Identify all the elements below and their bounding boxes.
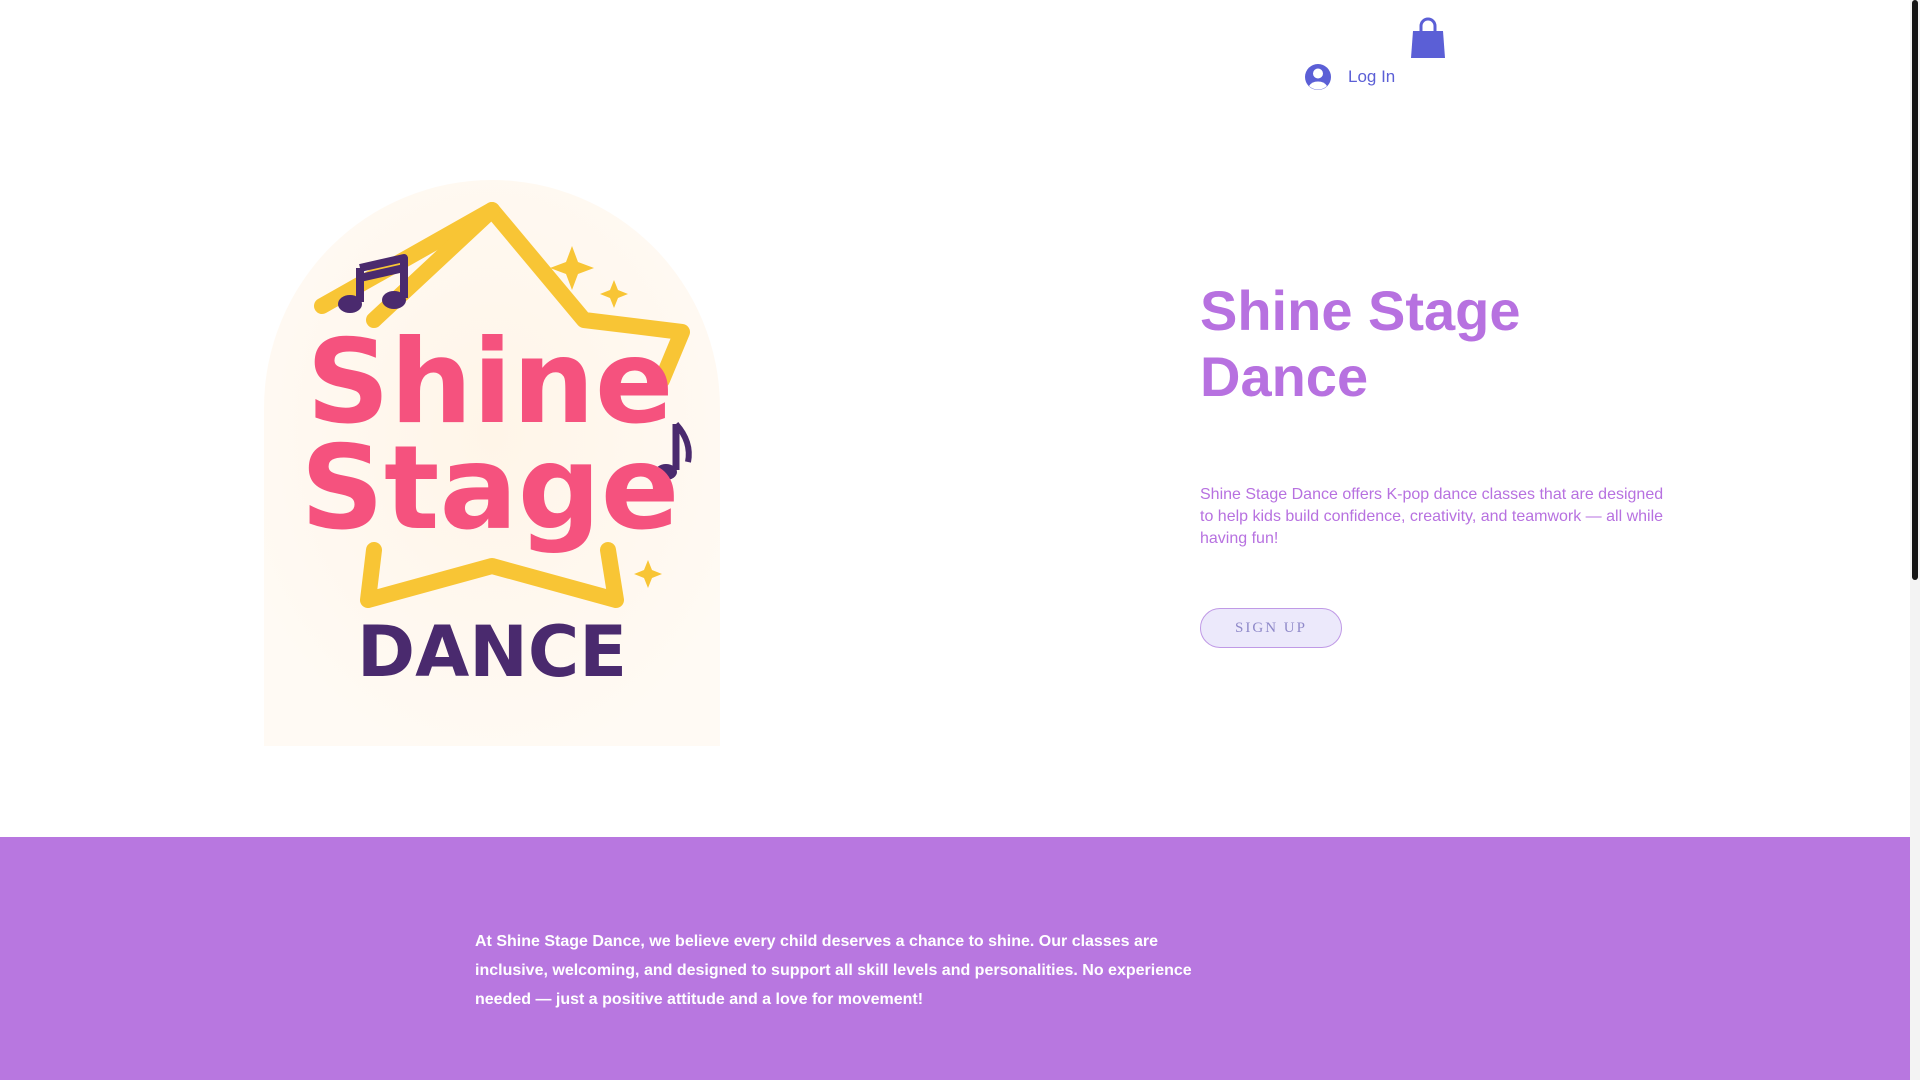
scrollbar[interactable] (1910, 0, 1920, 1080)
sign-up-button[interactable]: SIGN UP (1200, 608, 1342, 648)
user-avatar-icon (1305, 64, 1331, 90)
page-title: Shine Stage Dance (1200, 279, 1521, 408)
logo: Shine Stage DANCE (264, 180, 720, 746)
login-button[interactable]: Log In (1304, 62, 1395, 92)
hero-description: Shine Stage Dance offers K-pop dance cla… (1200, 486, 1664, 547)
mission-section: At Shine Stage Dance, we believe every c… (0, 837, 1910, 1080)
login-label: Log In (1348, 67, 1396, 86)
page: Log In Shine Stage DANCE Shine Stage Dan… (0, 0, 1920, 1080)
logo-text-stage: Stage (301, 421, 680, 556)
logo-text-dance: DANCE (357, 611, 627, 693)
scrollbar-thumb[interactable] (1912, 0, 1918, 580)
cart-button[interactable] (1410, 16, 1446, 60)
mission-text: At Shine Stage Dance, we believe every c… (475, 933, 1192, 1008)
shopping-bag-icon (1411, 17, 1445, 58)
